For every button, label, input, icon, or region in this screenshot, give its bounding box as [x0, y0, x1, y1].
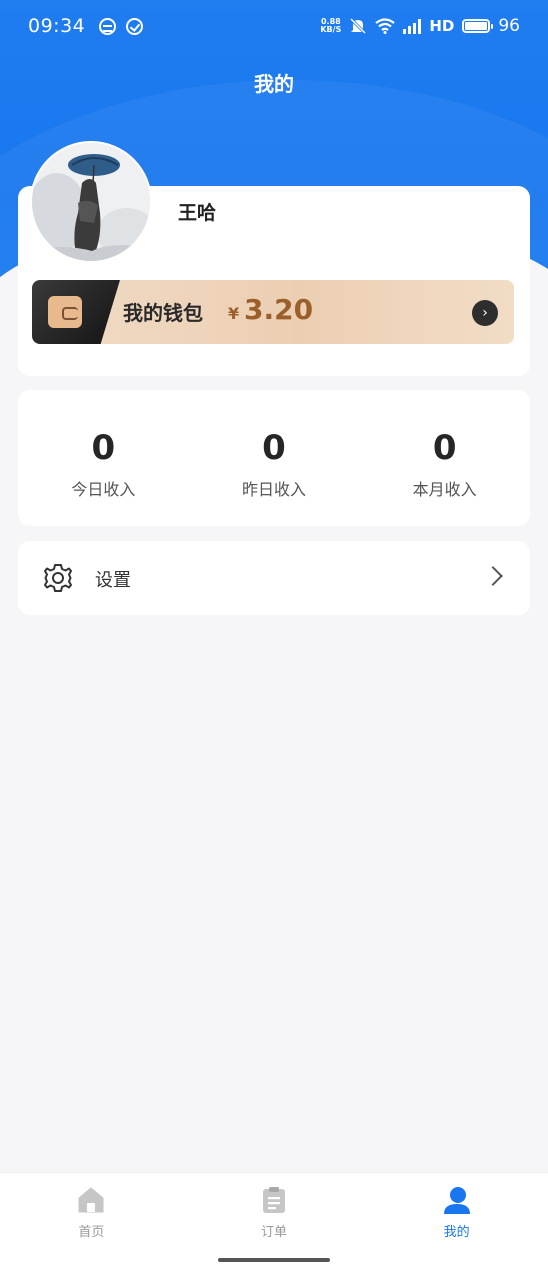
wallet-balance: 3.20 — [244, 293, 314, 326]
gear-icon — [44, 564, 72, 592]
battery-icon — [462, 19, 494, 33]
income-summary: 0 今日收入 0 昨日收入 0 本月收入 — [18, 390, 530, 526]
status-bar: 09:34 0.88 KB/S HD 96 — [0, 0, 548, 52]
income-label: 本月收入 — [412, 480, 477, 499]
income-label: 昨日收入 — [242, 480, 307, 499]
network-type: HD — [429, 17, 455, 35]
user-icon — [443, 1187, 470, 1214]
page-title: 我的 — [254, 72, 294, 96]
wallet-currency: ¥ — [228, 304, 240, 323]
status-time: 09:34 — [28, 15, 86, 37]
signal-icon — [403, 18, 422, 34]
wifi-icon — [375, 18, 396, 34]
tab-mine[interactable]: 我的 — [365, 1173, 548, 1279]
wallet-icon — [48, 296, 82, 328]
bottom-tab-bar: 首页 订单 我的 — [0, 1172, 548, 1279]
income-label: 今日收入 — [71, 480, 136, 499]
tab-orders[interactable]: 订单 — [183, 1173, 366, 1279]
chevron-right-icon — [483, 566, 503, 586]
wallet-banner[interactable]: 我的钱包 ¥ 3.20 › — [32, 280, 514, 344]
wallet-label: 我的钱包 — [123, 301, 203, 325]
chevron-right-icon[interactable]: › — [472, 300, 498, 326]
clipboard-icon — [263, 1187, 285, 1213]
income-today[interactable]: 0 今日收入 — [18, 390, 189, 526]
net-speed: 0.88 KB/S — [320, 17, 342, 34]
income-value: 0 — [91, 428, 116, 468]
home-icon — [78, 1187, 104, 1213]
settings-label: 设置 — [95, 570, 131, 591]
tab-home[interactable]: 首页 — [0, 1173, 183, 1279]
tab-label: 首页 — [78, 1225, 105, 1240]
tab-label: 订单 — [261, 1225, 288, 1240]
mute-icon — [350, 17, 367, 35]
income-value: 0 — [432, 428, 457, 468]
income-value: 0 — [262, 428, 286, 468]
network-globe-icon — [99, 17, 117, 35]
username: 王哈 — [178, 202, 217, 224]
income-month[interactable]: 0 本月收入 — [359, 390, 530, 526]
settings-row[interactable]: 设置 — [18, 541, 530, 615]
tab-label: 我的 — [443, 1225, 470, 1240]
check-circle-icon — [126, 17, 144, 35]
avatar[interactable] — [32, 143, 150, 261]
battery-level: 96 — [498, 16, 520, 36]
income-yesterday[interactable]: 0 昨日收入 — [189, 390, 360, 526]
home-indicator — [218, 1258, 330, 1262]
